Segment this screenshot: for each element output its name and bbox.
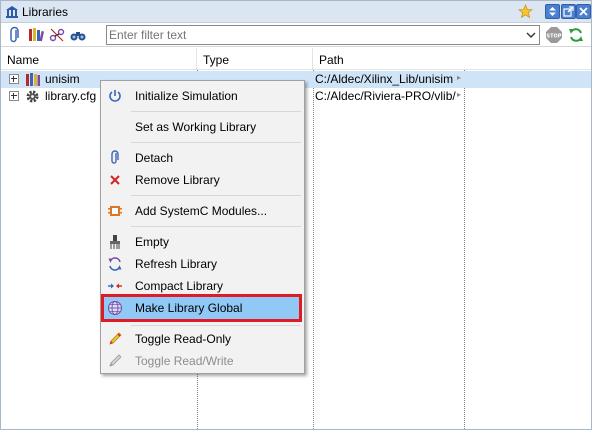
pencil-gray-icon [109, 354, 122, 367]
row-path: C:/Aldec/Riviera-PRO/vlib/ [315, 89, 456, 103]
menu-item-empty[interactable]: Empty [103, 231, 302, 253]
undock-button[interactable] [561, 4, 576, 19]
refresh-icon[interactable] [567, 26, 585, 44]
menu-item-toggle-read-write: Toggle Read/Write [103, 350, 302, 372]
filter-box [106, 25, 540, 45]
stop-icon[interactable]: STOP [545, 26, 563, 44]
menu-item-label: Set as Working Library [135, 120, 257, 134]
svg-text:STOP: STOP [547, 34, 562, 40]
broom-icon [110, 235, 120, 249]
pencil-icon [109, 332, 122, 345]
overflow-arrow-icon: ▸ [457, 73, 462, 82]
power-icon [109, 90, 121, 102]
expand-toggle[interactable] [9, 74, 19, 84]
context-menu: Initialize Simulation Set as Working Lib… [100, 80, 305, 374]
menu-item-add-systemc-modules[interactable]: Add SystemC Modules... [103, 200, 302, 222]
title-bar: Libraries [1, 1, 591, 23]
menu-item-remove-library[interactable]: Remove Library [103, 169, 302, 191]
menu-item-initialize-simulation[interactable]: Initialize Simulation [103, 85, 302, 107]
column-divider [313, 70, 314, 429]
column-header-type[interactable]: Type [197, 48, 313, 70]
toolbar: STOP [1, 23, 591, 47]
filter-input[interactable] [109, 27, 519, 43]
menu-item-label: Refresh Library [135, 257, 218, 271]
menu-separator [131, 111, 301, 112]
column-header-name[interactable]: Name [1, 48, 197, 70]
close-button[interactable] [576, 4, 591, 19]
overflow-arrow-icon: ▸ [457, 90, 462, 99]
menu-item-label: Initialize Simulation [135, 89, 238, 103]
close-icon [579, 7, 588, 16]
paperclip-icon [111, 150, 119, 164]
menu-item-label: Toggle Read/Write [135, 354, 234, 368]
libraries-window: Libraries Enter filter text STOP Name Ty… [0, 0, 592, 430]
scroll-options-button[interactable] [545, 4, 560, 19]
menu-separator [131, 325, 301, 326]
menu-item-label: Compact Library [135, 279, 224, 293]
binoculars-icon[interactable] [69, 26, 87, 44]
menu-item-detach[interactable]: Detach [103, 147, 302, 169]
menu-item-refresh-library[interactable]: Refresh Library [103, 253, 302, 275]
row-name: library.cfg [45, 89, 97, 103]
row-path: C:/Aldec/Xilinx_Lib/unisim [315, 72, 454, 86]
favorite-star-icon[interactable] [518, 4, 533, 19]
library-building-icon [6, 6, 18, 18]
library-books-icon [26, 73, 40, 86]
menu-item-label: Add SystemC Modules... [135, 204, 268, 218]
menu-separator [131, 226, 301, 227]
menu-item-label: Remove Library [135, 173, 220, 187]
column-header-path[interactable]: Path [313, 48, 591, 70]
refresh-icon [108, 257, 122, 271]
undock-arrow-icon [563, 6, 574, 17]
column-divider [464, 70, 465, 429]
highlight-callout-box [101, 294, 302, 322]
menu-item-label: Detach [135, 151, 174, 165]
window-title: Libraries [22, 5, 69, 19]
menu-separator [131, 195, 301, 196]
attach-icon[interactable] [6, 26, 24, 44]
library-books-icon[interactable] [27, 26, 45, 44]
red-x-icon [110, 175, 120, 185]
chevron-down-icon[interactable] [525, 29, 537, 41]
menu-item-label: Empty [135, 235, 170, 249]
gear-icon [26, 90, 39, 103]
up-down-arrows-icon [549, 7, 556, 16]
menu-item-toggle-read-only[interactable]: Toggle Read-Only [103, 328, 302, 350]
menu-item-set-working-library[interactable]: Set as Working Library [103, 116, 302, 138]
compact-arrows-icon [108, 283, 122, 289]
expand-toggle[interactable] [9, 91, 19, 101]
row-name: unisim [45, 72, 80, 86]
menu-separator [131, 142, 301, 143]
systemc-icon [108, 206, 122, 216]
link-icon[interactable] [48, 26, 66, 44]
menu-item-label: Toggle Read-Only [135, 332, 232, 346]
